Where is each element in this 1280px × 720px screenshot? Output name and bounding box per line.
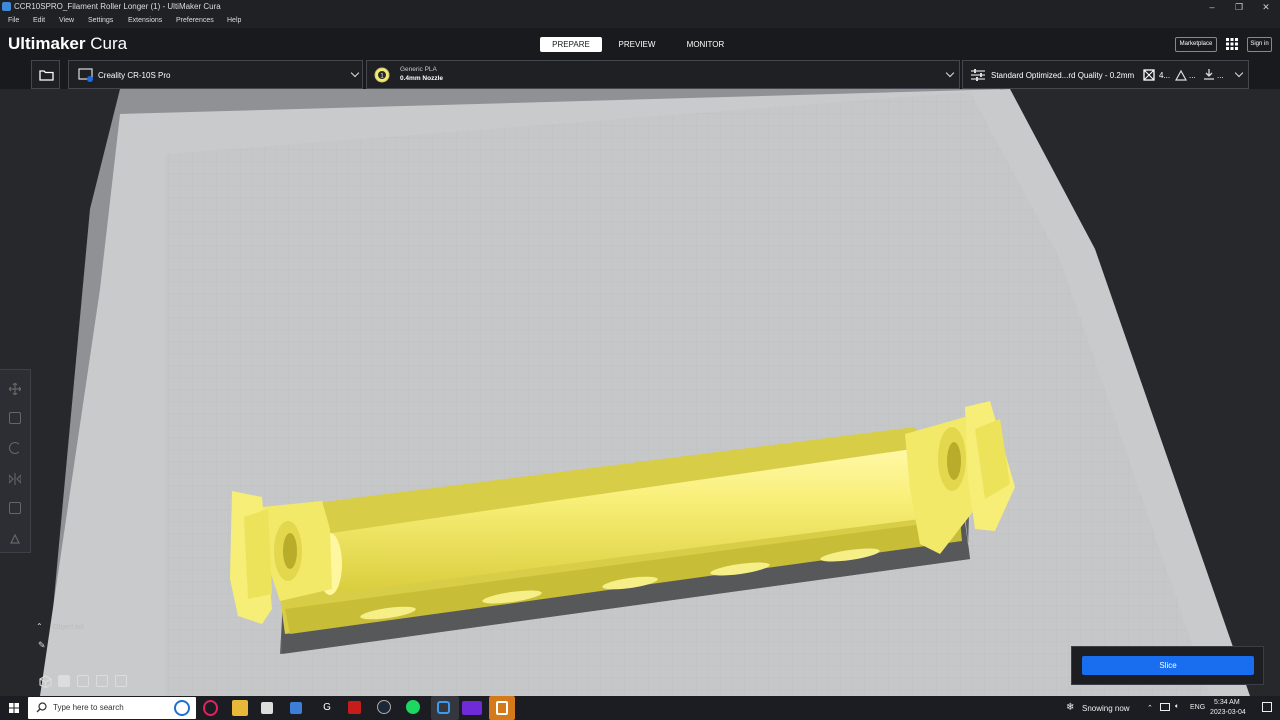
menu-bar: File Edit View Settings Extensions Prefe… <box>0 14 1280 28</box>
support-value: ... <box>1189 71 1196 80</box>
printer-selector[interactable]: Creality CR-10S Pro <box>68 60 363 89</box>
right-view-icon[interactable] <box>115 675 127 687</box>
build-scene[interactable] <box>0 89 1280 696</box>
profile-name: Standard Optimized...rd Quality - 0.2mm <box>991 71 1135 80</box>
menu-file[interactable]: File <box>8 14 19 28</box>
printer-icon <box>78 68 93 82</box>
maximize-button[interactable]: ❐ <box>1225 0 1253 14</box>
chevron-up-icon[interactable]: ⌃ <box>36 622 43 631</box>
wifi-icon[interactable] <box>1160 703 1170 711</box>
printer-name: Creality CR-10S Pro <box>98 71 171 80</box>
menu-view[interactable]: View <box>59 14 74 28</box>
search-icon <box>36 702 47 713</box>
marketplace-button[interactable]: Marketplace <box>1175 37 1217 52</box>
tab-monitor[interactable]: MONITOR <box>678 37 733 52</box>
clock-date[interactable]: 2023-03-04 <box>1210 709 1246 716</box>
window-title: CCR10SPRO_Filament Roller Longer (1) - U… <box>14 2 221 11</box>
left-view-icon[interactable] <box>96 675 108 687</box>
app-logo: Ultimaker Cura <box>8 34 128 53</box>
snowflake-icon: ❄ <box>1066 702 1075 713</box>
volume-icon[interactable]: 🔈︎ <box>1175 703 1179 711</box>
3d-viewport[interactable] <box>0 89 1280 696</box>
move-tool-icon[interactable] <box>8 382 22 396</box>
menu-help[interactable]: Help <box>227 14 241 28</box>
snipping-tool-icon[interactable] <box>261 702 273 714</box>
top-view-icon[interactable] <box>77 675 89 687</box>
language-indicator[interactable]: ENG <box>1190 704 1205 711</box>
infill-icon <box>1143 69 1155 81</box>
infill-value: 4... <box>1159 71 1171 80</box>
chevron-down-icon <box>350 68 360 78</box>
open-file-button[interactable] <box>31 60 60 89</box>
material-selector[interactable]: 1 Generic PLA 0.4mm Nozzle <box>366 60 960 89</box>
folder-icon <box>39 70 54 81</box>
object-list-label[interactable]: Object list <box>53 624 84 631</box>
material-name: Generic PLA <box>400 66 437 73</box>
support-icon <box>1175 69 1187 81</box>
minimize-button[interactable]: – <box>1198 0 1226 14</box>
pencil-icon[interactable]: ✎ <box>38 640 46 651</box>
adobe-acrobat-icon[interactable] <box>348 701 361 714</box>
extruder-icon: 1 <box>374 67 390 83</box>
chevron-down-icon <box>945 68 955 78</box>
github-desktop-icon[interactable]: G <box>319 700 335 716</box>
windows-start-icon[interactable] <box>9 703 19 713</box>
cura-app-icon <box>2 2 11 11</box>
per-model-settings-icon[interactable] <box>9 502 21 514</box>
taskbar-search-box[interactable]: Type here to search <box>28 697 196 719</box>
ms-store-icon[interactable] <box>290 702 302 714</box>
menu-settings[interactable]: Settings <box>88 14 113 28</box>
windows-taskbar: Type here to search G ❄ Snowing now ⌃ 🔈︎… <box>0 696 1280 720</box>
clock-time[interactable]: 5:34 AM <box>1214 699 1240 706</box>
adhesion-icon <box>1204 69 1214 80</box>
3d-view-icon[interactable] <box>39 675 52 689</box>
opera-icon[interactable] <box>203 700 218 716</box>
tools-toolbar <box>0 369 31 553</box>
app-header: Ultimaker Cura PREPARE PREVIEW MONITOR M… <box>0 28 1280 89</box>
slice-button[interactable]: Slice <box>1082 656 1254 675</box>
menu-extensions[interactable]: Extensions <box>128 14 162 28</box>
notification-icon[interactable] <box>1262 702 1272 712</box>
slice-panel: Slice <box>1071 646 1264 685</box>
menu-preferences[interactable]: Preferences <box>176 14 214 28</box>
spotify-icon[interactable] <box>406 700 420 714</box>
print-settings-selector[interactable]: Standard Optimized...rd Quality - 0.2mm … <box>962 60 1249 89</box>
chevron-down-icon <box>1234 68 1244 78</box>
adhesion-value: ... <box>1217 71 1224 80</box>
support-blocker-icon[interactable] <box>9 532 21 544</box>
weather-text[interactable]: Snowing now <box>1082 704 1130 713</box>
bing-icon[interactable] <box>174 700 190 716</box>
file-explorer-icon[interactable] <box>232 700 248 716</box>
steam-icon[interactable] <box>377 700 391 714</box>
sliders-icon <box>971 69 985 81</box>
menu-edit[interactable]: Edit <box>33 14 45 28</box>
tab-preview[interactable]: PREVIEW <box>612 37 662 52</box>
close-button[interactable]: ✕ <box>1252 0 1280 14</box>
mirror-tool-icon[interactable] <box>8 472 22 485</box>
front-view-icon[interactable] <box>58 675 70 687</box>
search-placeholder: Type here to search <box>53 703 124 712</box>
window-titlebar: CCR10SPRO_Filament Roller Longer (1) - U… <box>0 0 1280 14</box>
scale-tool-icon[interactable] <box>9 412 21 424</box>
apps-grid-icon[interactable] <box>1226 38 1238 50</box>
tab-prepare[interactable]: PREPARE <box>540 37 602 52</box>
chevron-up-icon[interactable]: ⌃ <box>1147 704 1153 712</box>
nozzle-size: 0.4mm Nozzle <box>400 75 443 82</box>
nzxt-cam-icon[interactable] <box>462 701 482 715</box>
rotate-tool-icon[interactable] <box>9 442 21 454</box>
sign-in-button[interactable]: Sign in <box>1247 37 1272 52</box>
